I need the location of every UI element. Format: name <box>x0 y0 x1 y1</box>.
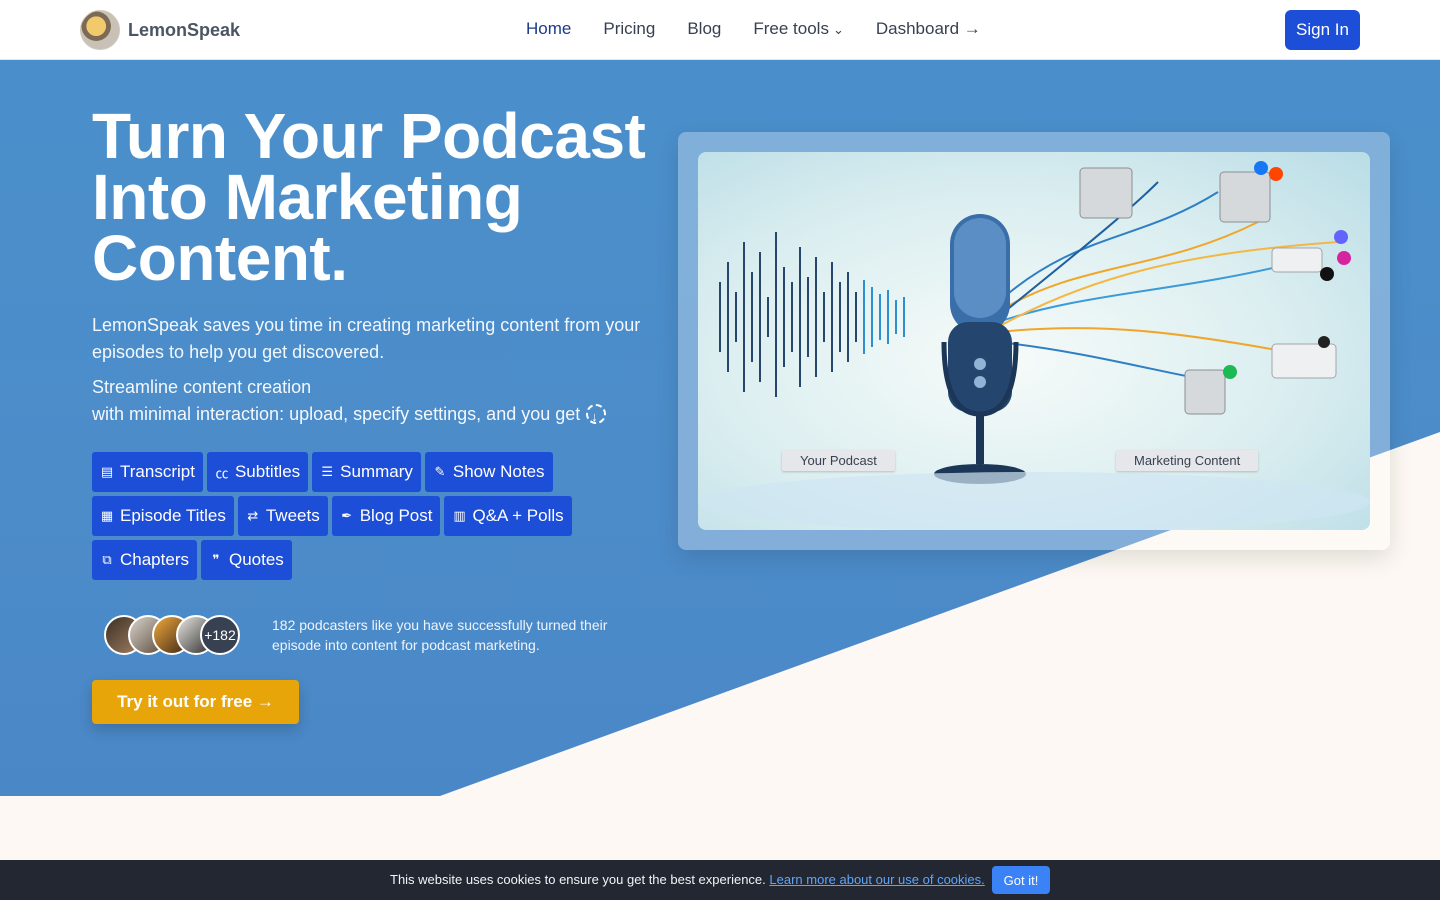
chevron-down-icon: ⌄ <box>832 22 844 37</box>
chip-episode-titles[interactable]: ▦ Episode Titles <box>92 496 234 536</box>
hero-illustration: Your Podcast Marketing Content <box>698 152 1370 530</box>
chip-label: Episode Titles <box>120 506 226 525</box>
cookie-text: This website uses cookies to ensure you … <box>390 872 766 887</box>
chip-label: Tweets <box>265 506 320 525</box>
cookie-message: This website uses cookies to ensure you … <box>390 872 985 887</box>
chip-qa-polls[interactable]: ▥ Q&A + Polls <box>444 496 572 536</box>
retweet-icon: ⇄ <box>247 508 259 523</box>
lemon-logo-icon <box>80 10 120 50</box>
download-circle-icon <box>586 403 607 430</box>
hero-lead-2: Streamline content creation with minimal… <box>92 374 692 430</box>
nav-free-tools-label: Free tools <box>753 19 829 38</box>
feature-chips: ▤ Transcript ㏄ Subtitles ☰ Summary ✎ Show No… <box>92 452 592 584</box>
image-label-your-podcast: Your Podcast <box>782 450 895 471</box>
hero-section: Turn Your Podcast Into Marketing Content… <box>0 60 1440 796</box>
notes-icon: ✎ <box>434 464 446 479</box>
try-free-button[interactable]: Try it out for free → <box>92 680 299 724</box>
chip-label: Blog Post <box>359 506 433 525</box>
nav-dashboard[interactable]: Dashboard → <box>876 19 981 39</box>
chip-label: Show Notes <box>452 462 545 481</box>
image-label-marketing-content: Marketing Content <box>1116 450 1259 471</box>
chip-label: Transcript <box>120 462 195 481</box>
chip-label: Quotes <box>228 550 284 569</box>
soundwave-graphic <box>719 232 905 397</box>
hero-lead: LemonSpeak saves you time in creating ma… <box>92 315 641 362</box>
chip-row: ▦ Episode Titles ⇄ Tweets ✒ Blog Post ▥ Q&A … <box>92 496 592 536</box>
podcast-illustration-svg <box>698 161 1370 530</box>
medium-icon <box>1318 336 1330 348</box>
nav-home[interactable]: Home <box>526 19 571 39</box>
x-icon <box>1320 267 1334 281</box>
instagram-icon <box>1337 251 1351 265</box>
brand[interactable]: LemonSpeak <box>80 10 240 50</box>
nav-blog[interactable]: Blog <box>687 19 721 39</box>
chip-label: Summary <box>340 462 413 481</box>
poll-icon: ▥ <box>453 508 466 523</box>
nav-pricing[interactable]: Pricing <box>603 19 655 39</box>
chip-subtitles[interactable]: ㏄ Subtitles <box>206 452 309 492</box>
mastodon-icon <box>1334 230 1348 244</box>
chip-label: Q&A + Polls <box>472 506 564 525</box>
chip-tweets[interactable]: ⇄ Tweets <box>237 496 328 536</box>
chip-row: ▤ Transcript ㏄ Subtitles ☰ Summary ✎ Show No… <box>92 452 592 492</box>
summary-icon: ☰ <box>321 464 333 479</box>
facebook-icon <box>1254 161 1268 175</box>
chip-transcript[interactable]: ▤ Transcript <box>92 452 203 492</box>
table-glow <box>698 472 1370 530</box>
top-navbar: LemonSpeak Home Pricing Blog Free tools ⌄… <box>0 0 1440 60</box>
chip-quotes[interactable]: ❞ Quotes <box>200 540 292 580</box>
pen-icon: ✒ <box>341 508 353 523</box>
chapters-icon: ⧉ <box>102 552 112 567</box>
hero-lead-2-line2: with minimal interaction: upload, specif… <box>92 404 581 424</box>
transcript-icon: ▤ <box>100 464 114 479</box>
brand-name: LemonSpeak <box>128 19 241 40</box>
chip-chapters[interactable]: ⧉ Chapters <box>92 540 197 580</box>
content-cards <box>1079 161 1351 415</box>
hero-title: Turn Your Podcast Into Marketing Content… <box>92 100 646 294</box>
chip-blog-post[interactable]: ✒ Blog Post <box>331 496 441 536</box>
cookie-banner: This website uses cookies to ensure you … <box>0 860 1440 900</box>
quote-icon: ❞ <box>212 552 220 567</box>
hero-lead-2-line2-wrap: with minimal interaction: upload, specif… <box>92 401 692 430</box>
microphone-graphic <box>934 214 1026 484</box>
nav-links: Home Pricing Blog Free tools ⌄ Dashboard … <box>526 19 981 39</box>
cookie-accept-button[interactable]: Got it! <box>992 866 1050 894</box>
spotify-icon <box>1223 365 1237 379</box>
hero-image-frame: Your Podcast Marketing Content <box>678 132 1390 550</box>
sign-in-button[interactable]: Sign In <box>1285 10 1360 50</box>
reddit-icon <box>1269 167 1283 181</box>
avatar-stack: +182 <box>104 615 240 655</box>
avatar-count: +182 <box>200 615 240 655</box>
chip-label: Subtitles <box>234 462 301 481</box>
cookie-learn-more-link[interactable]: Learn more about our use of cookies. <box>769 872 984 887</box>
chip-label: Chapters <box>120 550 189 569</box>
chip-row: ⧉ Chapters ❞ Quotes <box>92 540 592 580</box>
clipboard-icon: ▦ <box>100 508 114 523</box>
hero-lead-2-line1: Streamline content creation <box>92 377 312 397</box>
chip-show-notes[interactable]: ✎ Show Notes <box>424 452 553 492</box>
nav-free-tools[interactable]: Free tools ⌄ <box>753 19 844 39</box>
cc-icon: ㏄ <box>215 465 229 481</box>
social-proof-text: 182 podcasters like you have successfull… <box>272 617 608 653</box>
chip-summary[interactable]: ☰ Summary <box>312 452 421 492</box>
